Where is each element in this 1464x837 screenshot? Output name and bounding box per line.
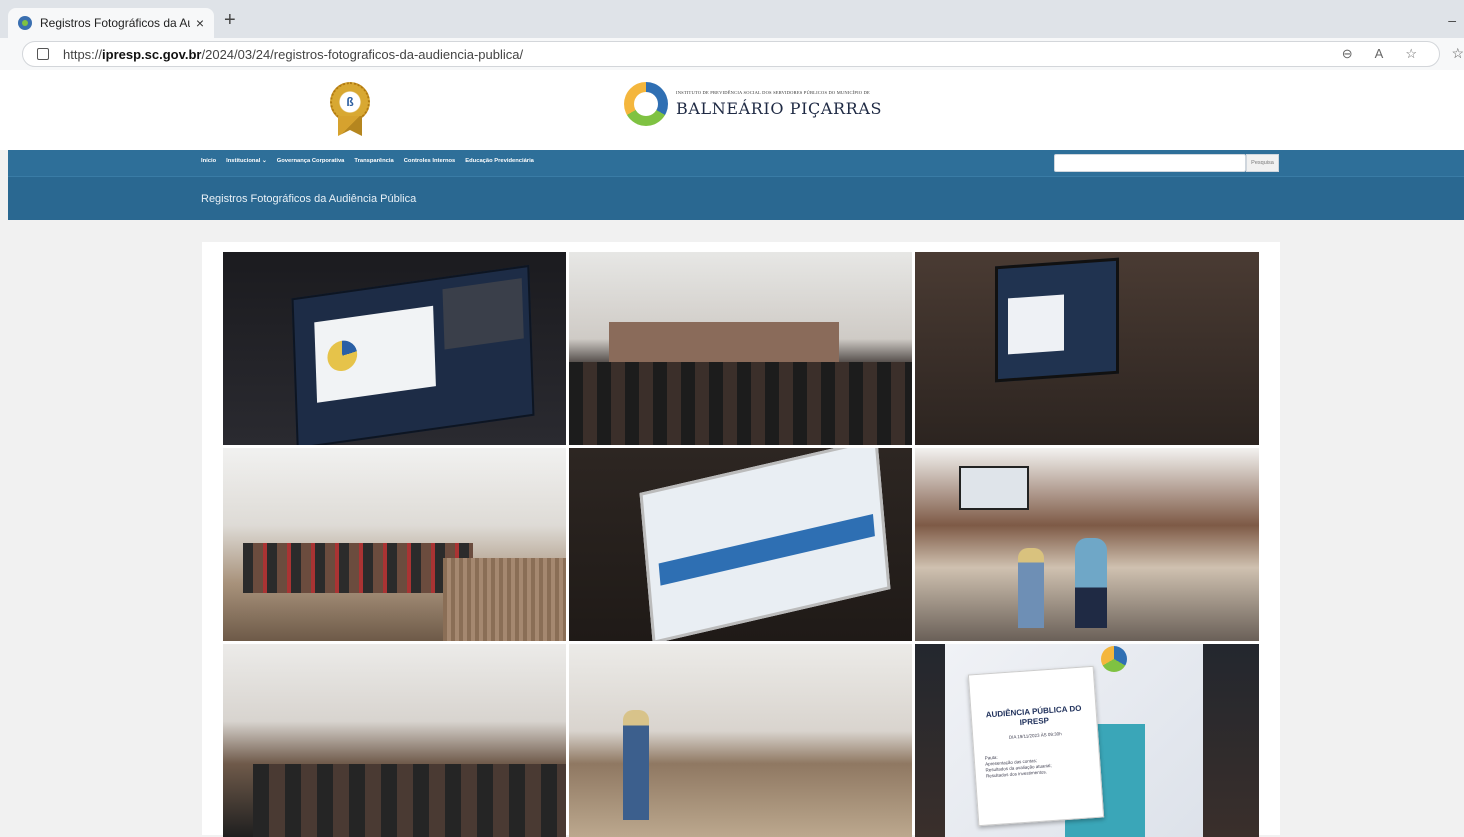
site-favicon-icon bbox=[18, 16, 32, 30]
gallery-photo[interactable] bbox=[569, 252, 912, 445]
lock-icon[interactable] bbox=[37, 48, 49, 60]
page-title: Registros Fotográficos da Audiência Públ… bbox=[201, 193, 417, 205]
audiencia-poster: AUDIÊNCIA PÚBLICA DO IPRESP DIA 19/11/20… bbox=[967, 665, 1105, 827]
gallery-photo[interactable] bbox=[223, 644, 566, 837]
site-header: ß INSTITUTO DE PREVIDÊNCIA SOCIAL DOS SE… bbox=[0, 70, 1464, 150]
site-logo[interactable]: INSTITUTO DE PREVIDÊNCIA SOCIAL DOS SERV… bbox=[624, 82, 882, 126]
poster-date: DIA 19/11/2023 ÀS 09:30h bbox=[1008, 731, 1062, 740]
gallery-photo[interactable] bbox=[569, 448, 912, 641]
gallery-photo[interactable] bbox=[915, 252, 1259, 445]
gallery-photo[interactable] bbox=[223, 448, 566, 641]
gallery-photo[interactable] bbox=[569, 644, 912, 837]
logo-mark-icon bbox=[624, 82, 668, 126]
favorites-icon[interactable]: ☆ bbox=[1451, 45, 1464, 62]
gallery-photo[interactable] bbox=[223, 252, 566, 445]
certification-badge-icon: ß bbox=[330, 82, 372, 136]
search-input[interactable] bbox=[1054, 154, 1246, 172]
page-title-bar: Registros Fotográficos da Audiência Públ… bbox=[8, 176, 1464, 220]
browser-tabstrip: Registros Fotográficos da Audiênc × + – bbox=[0, 0, 1464, 38]
tab-title: Registros Fotográficos da Audiênc bbox=[40, 16, 190, 30]
nav-item-transparencia[interactable]: Transparência bbox=[354, 158, 393, 164]
read-aloud-icon[interactable]: A bbox=[1375, 46, 1384, 62]
logo-subtitle: INSTITUTO DE PREVIDÊNCIA SOCIAL DOS SERV… bbox=[676, 90, 870, 95]
zoom-icon[interactable]: ⊖ bbox=[1342, 46, 1353, 62]
nav-item-institucional[interactable]: Institucional ⌄ bbox=[226, 158, 267, 164]
gallery-photo[interactable]: AUDIÊNCIA PÚBLICA DO IPRESP DIA 19/11/20… bbox=[915, 644, 1259, 837]
gallery-photo[interactable] bbox=[915, 448, 1259, 641]
logo-title: BALNEÁRIO PIÇARRAS bbox=[676, 99, 883, 118]
photo-gallery: AUDIÊNCIA PÚBLICA DO IPRESP DIA 19/11/20… bbox=[223, 252, 1259, 837]
nav-item-educacao[interactable]: Educação Previdenciária bbox=[465, 158, 534, 164]
nav-item-inicio[interactable]: Início bbox=[201, 158, 216, 164]
nav-item-controles[interactable]: Controles Internos bbox=[404, 158, 456, 164]
url-input[interactable]: https://ipresp.sc.gov.br/2024/03/24/regi… bbox=[22, 41, 1440, 67]
url-path: /2024/03/24/registros-fotograficos-da-au… bbox=[201, 46, 524, 62]
search-button[interactable]: Pesquisa bbox=[1246, 154, 1279, 172]
url-domain: ipresp.sc.gov.br bbox=[102, 46, 202, 62]
close-tab-icon[interactable]: × bbox=[196, 15, 204, 31]
url-prefix: https:// bbox=[63, 46, 103, 62]
favorite-star-icon[interactable]: ☆ bbox=[1405, 46, 1417, 62]
ipresp-logo-icon bbox=[1101, 646, 1127, 672]
poster-heading: AUDIÊNCIA PÚBLICA DO IPRESP bbox=[985, 703, 1082, 728]
address-bar: https://ipresp.sc.gov.br/2024/03/24/regi… bbox=[0, 38, 1464, 70]
browser-tab[interactable]: Registros Fotográficos da Audiênc × bbox=[8, 8, 214, 38]
main-navbar: Início Institucional ⌄ Governança Corpor… bbox=[8, 150, 1464, 176]
nav-item-governanca[interactable]: Governança Corporativa bbox=[277, 158, 345, 164]
minimize-icon[interactable]: – bbox=[1448, 12, 1456, 28]
new-tab-button[interactable]: + bbox=[224, 10, 236, 30]
